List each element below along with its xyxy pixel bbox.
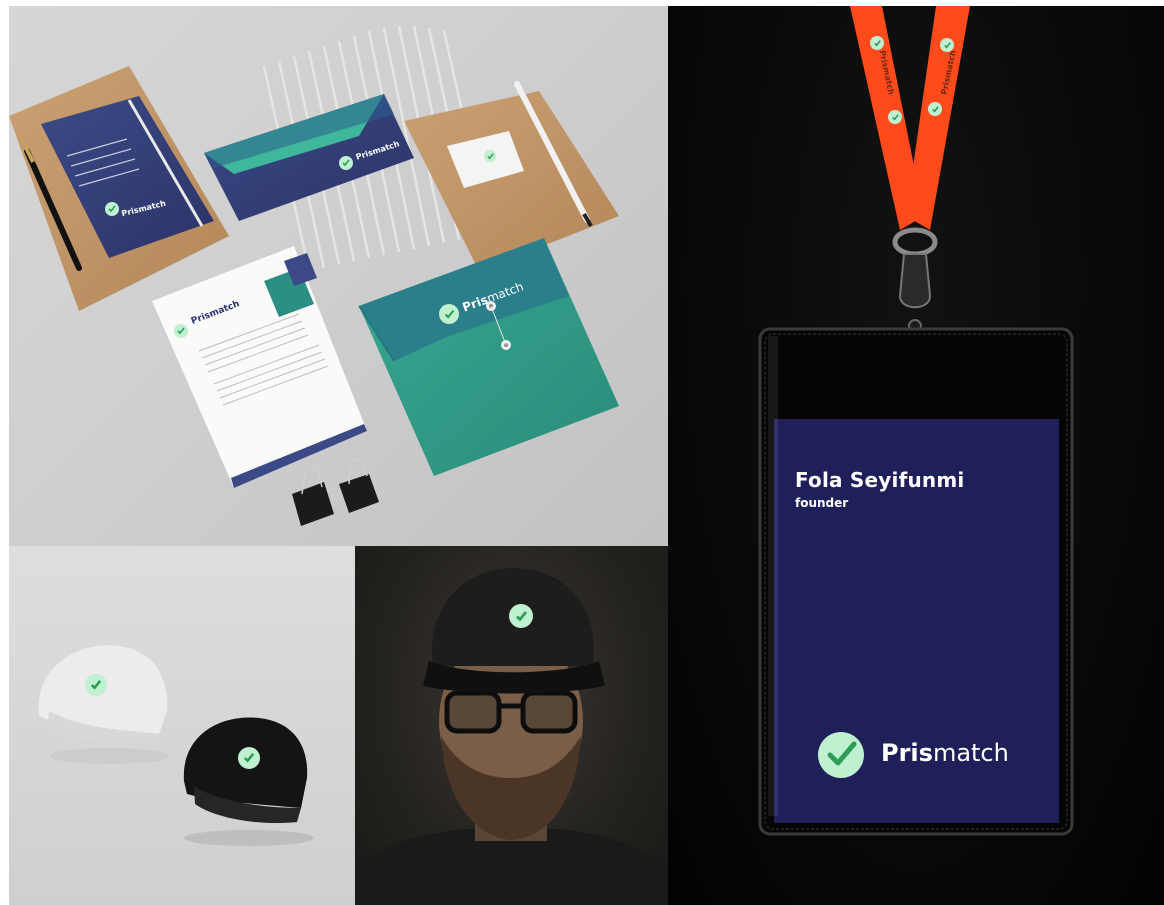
caps-scene bbox=[38, 645, 314, 846]
stationery-scene bbox=[9, 25, 619, 526]
check-circle-icon bbox=[928, 102, 942, 116]
lanyard-scene bbox=[758, 6, 1074, 836]
caps-mockup bbox=[9, 546, 355, 905]
check-circle-icon bbox=[870, 36, 884, 50]
badge-name: Fola Seyifunmi bbox=[795, 468, 965, 492]
check-circle-icon bbox=[509, 604, 533, 628]
check-circle-icon bbox=[484, 150, 496, 162]
portrait-photo bbox=[355, 546, 668, 905]
check-circle-icon bbox=[888, 110, 902, 124]
id-badge-mockup: Prismatch Prismatch Fola Seyifunmi found… bbox=[668, 6, 1164, 905]
wood-board-right bbox=[404, 91, 619, 271]
badge-brand: Prismatch bbox=[881, 739, 1009, 767]
lanyard-clip bbox=[898, 253, 932, 309]
check-circle-icon bbox=[339, 156, 353, 170]
lanyard-ring bbox=[892, 227, 938, 257]
check-circle-icon bbox=[439, 304, 459, 324]
portrait-scene bbox=[355, 568, 668, 905]
stationery-mockup: Prismatch Prismatch Prismatch Prismatch bbox=[9, 6, 668, 546]
check-circle-icon bbox=[174, 324, 188, 338]
lanyard-strap-right bbox=[906, 6, 970, 230]
binder-clip-icon bbox=[292, 474, 379, 526]
check-circle-icon bbox=[105, 202, 119, 216]
check-circle-icon bbox=[85, 674, 107, 696]
check-circle-icon bbox=[238, 747, 260, 769]
check-circle-icon bbox=[818, 732, 864, 778]
badge-role: founder bbox=[795, 496, 849, 510]
